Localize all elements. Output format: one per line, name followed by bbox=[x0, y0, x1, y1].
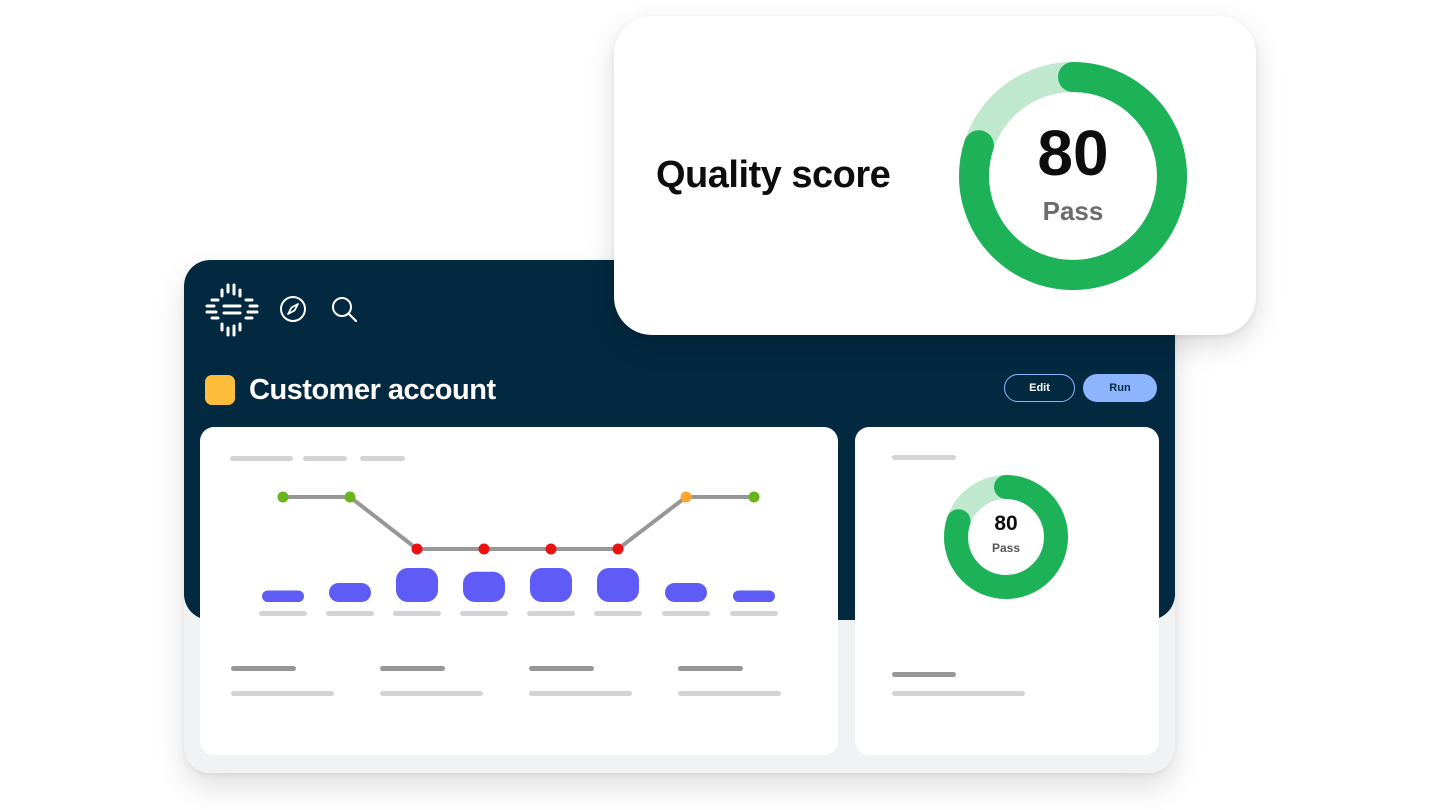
record-type-icon bbox=[205, 375, 235, 405]
chart-card bbox=[200, 427, 838, 755]
score-gauge-small: 80 Pass bbox=[943, 474, 1069, 600]
data-point[interactable] bbox=[411, 543, 423, 555]
placeholder-line bbox=[231, 666, 296, 671]
data-point[interactable] bbox=[748, 491, 760, 503]
placeholder-line bbox=[380, 666, 445, 671]
search-icon[interactable] bbox=[329, 294, 359, 324]
x-tick-label-placeholder bbox=[393, 611, 441, 616]
data-point[interactable] bbox=[680, 491, 692, 503]
placeholder-line bbox=[529, 666, 594, 671]
bar[interactable] bbox=[396, 568, 438, 602]
x-tick-label-placeholder bbox=[730, 611, 778, 616]
bar[interactable] bbox=[597, 568, 639, 602]
bar[interactable] bbox=[530, 568, 572, 602]
score-status: Pass bbox=[1042, 196, 1104, 226]
page-title: Customer account bbox=[249, 373, 496, 406]
score-value: 80 bbox=[994, 512, 1018, 535]
platform-logo-icon[interactable] bbox=[204, 282, 260, 338]
bar[interactable] bbox=[665, 583, 707, 602]
quality-score-popup: Quality score 80 Pass bbox=[614, 16, 1256, 335]
compass-icon[interactable] bbox=[278, 294, 308, 324]
series-line bbox=[283, 495, 754, 551]
placeholder-line bbox=[529, 691, 632, 696]
x-tick-label-placeholder bbox=[662, 611, 710, 616]
x-tick-label-placeholder bbox=[594, 611, 642, 616]
placeholder-line bbox=[892, 672, 956, 677]
data-point[interactable] bbox=[545, 543, 557, 555]
data-point[interactable] bbox=[344, 491, 356, 503]
placeholder-line bbox=[892, 691, 1025, 696]
quality-score-title: Quality score bbox=[656, 154, 891, 196]
app-window: Customer account Edit Run 80 Pass bbox=[184, 260, 1175, 773]
placeholder-line bbox=[231, 691, 334, 696]
placeholder-line bbox=[380, 691, 483, 696]
score-status: Pass bbox=[991, 541, 1021, 555]
score-trend-chart bbox=[259, 491, 778, 616]
record-header: Customer account bbox=[205, 370, 496, 410]
x-tick-label-placeholder bbox=[527, 611, 575, 616]
data-point[interactable] bbox=[612, 543, 624, 555]
run-button[interactable]: Run bbox=[1083, 374, 1157, 402]
bar[interactable] bbox=[329, 583, 371, 602]
data-point[interactable] bbox=[277, 491, 289, 503]
edit-button[interactable]: Edit bbox=[1004, 374, 1075, 402]
bar[interactable] bbox=[262, 590, 304, 603]
score-summary-card: 80 Pass bbox=[855, 427, 1159, 755]
bar[interactable] bbox=[463, 571, 505, 602]
x-tick-label-placeholder bbox=[259, 611, 307, 616]
score-value: 80 bbox=[1037, 117, 1109, 189]
placeholder-line bbox=[892, 455, 956, 460]
bar[interactable] bbox=[733, 590, 775, 603]
placeholder-line bbox=[678, 666, 743, 671]
x-tick-label-placeholder bbox=[326, 611, 374, 616]
placeholder-line bbox=[678, 691, 781, 696]
score-gauge-large: 80 Pass bbox=[959, 62, 1187, 290]
x-tick-label-placeholder bbox=[460, 611, 508, 616]
data-point[interactable] bbox=[478, 543, 490, 555]
